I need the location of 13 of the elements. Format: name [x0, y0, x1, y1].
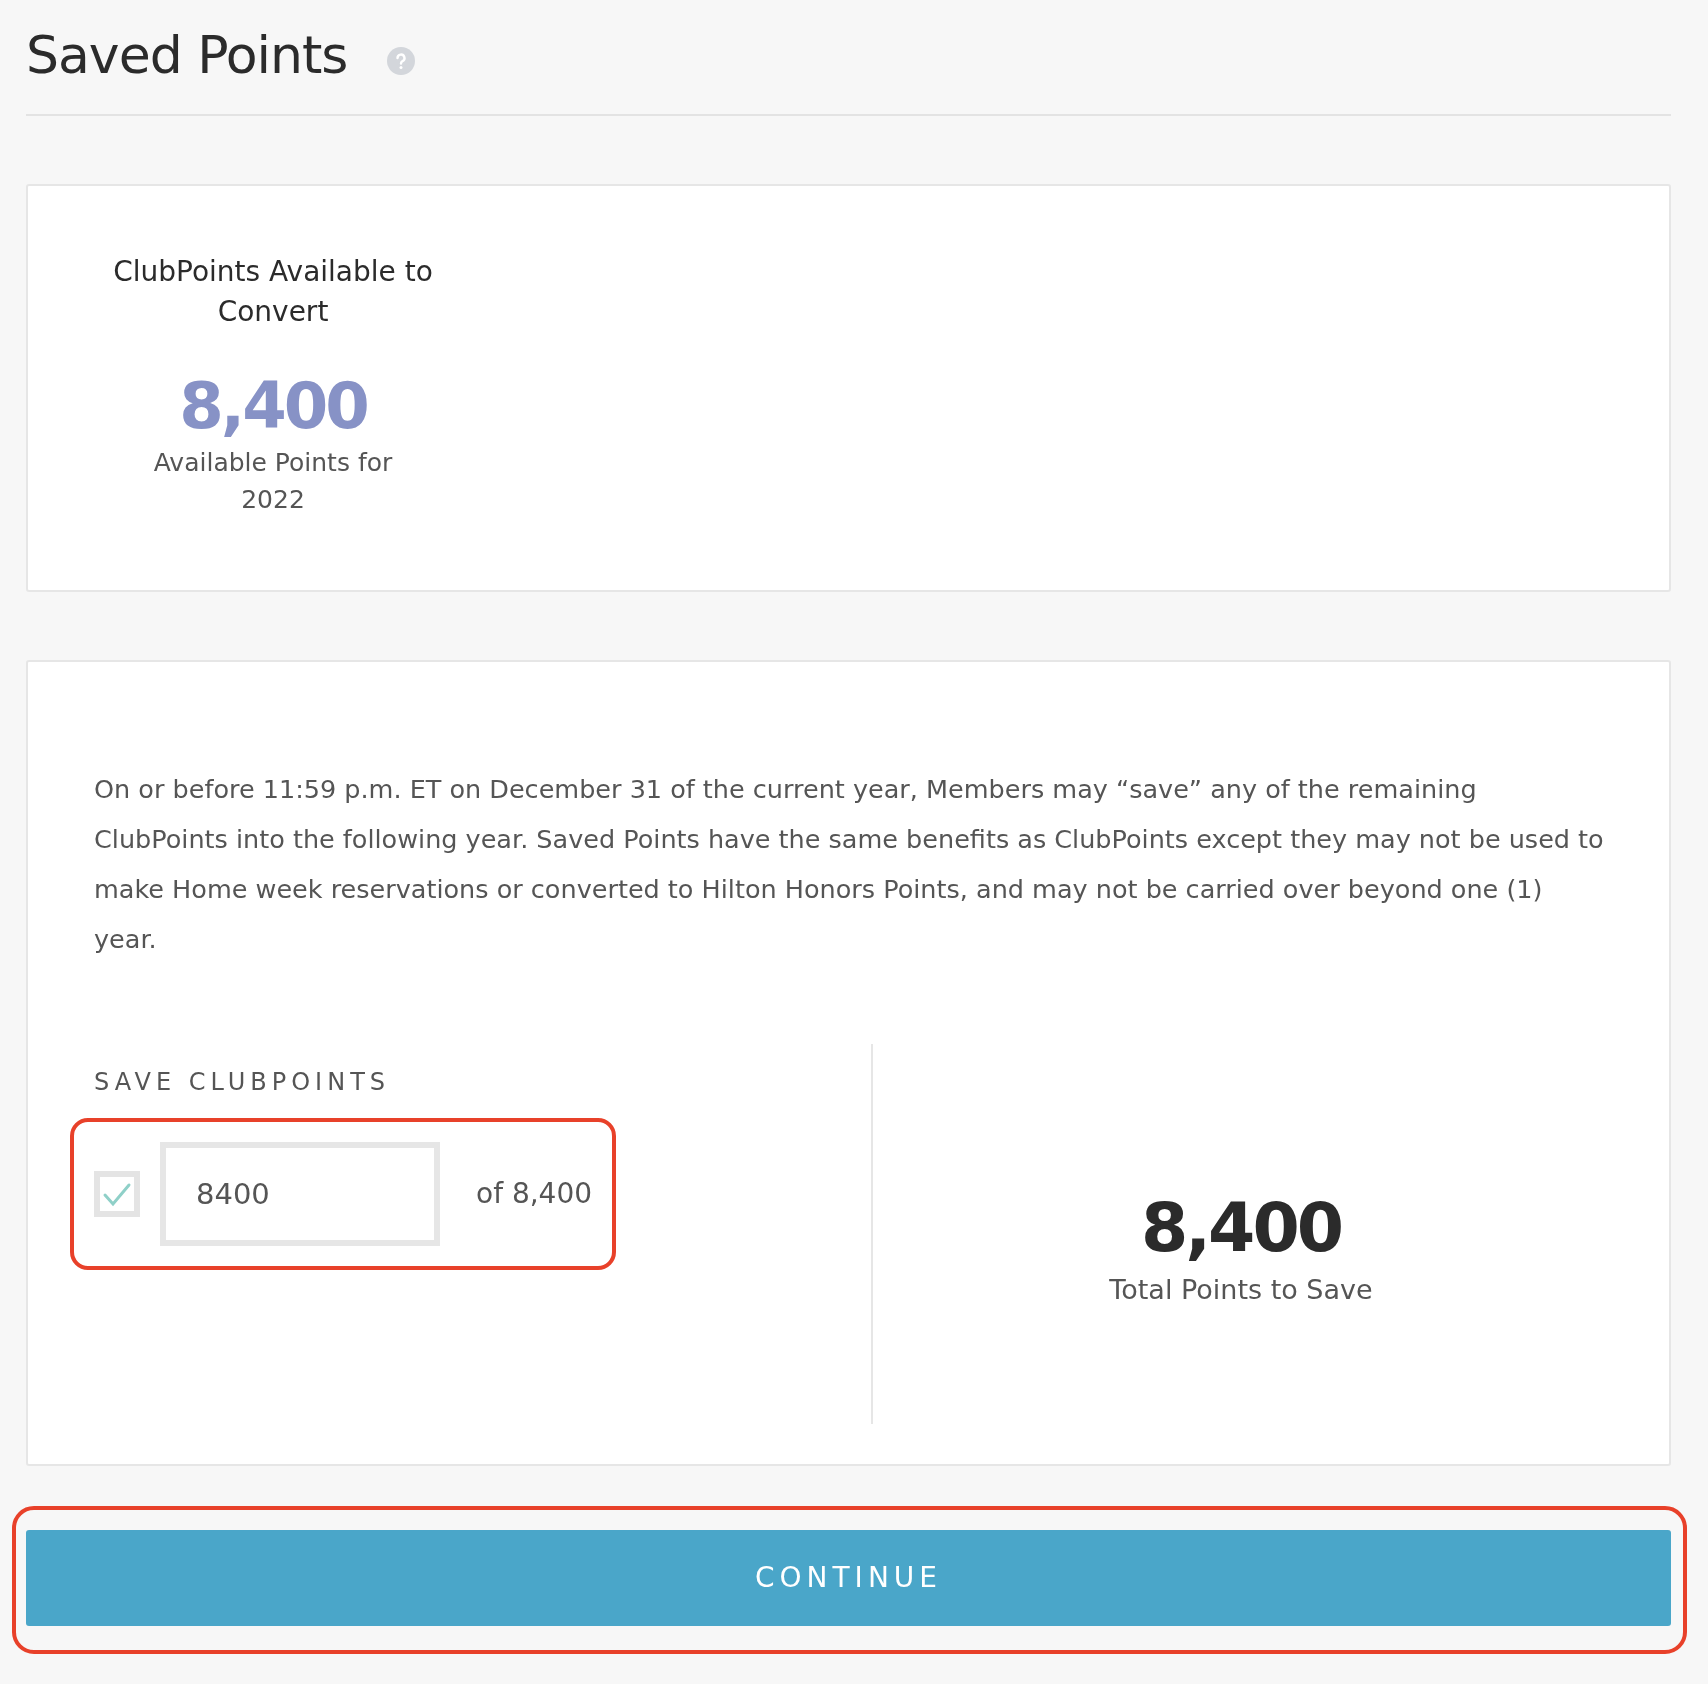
points-max-label: of 8,400: [476, 1176, 593, 1213]
info-paragraph: On or before 11:59 p.m. ET on December 31 of the current year, Members may “save” any of the remaining ClubPoints into the following year. Saved Points have the same benefits as ClubPoints except they may not be used to make Home week reservations or converted to Hilton Honors Points, and may not be carried over beyond one (1) year.: [94, 773, 1605, 957]
total-points-caption: Total Points to Save: [1109, 1273, 1373, 1308]
checkbox[interactable]: [94, 1171, 140, 1218]
section-label: SAVE CLUBPOINTS: [94, 1067, 392, 1099]
points-value: 8,400: [178, 374, 368, 439]
points-caption: Available Points for 2022: [152, 447, 394, 517]
points-input-field[interactable]: 8400: [160, 1142, 440, 1247]
points-heading: ClubPoints Available to Convert: [112, 254, 434, 331]
total-points-value: 8,400: [1140, 1194, 1342, 1263]
help-icon[interactable]: [387, 47, 416, 76]
page-title: Saved Points: [26, 24, 348, 87]
check-icon: [102, 1181, 132, 1208]
